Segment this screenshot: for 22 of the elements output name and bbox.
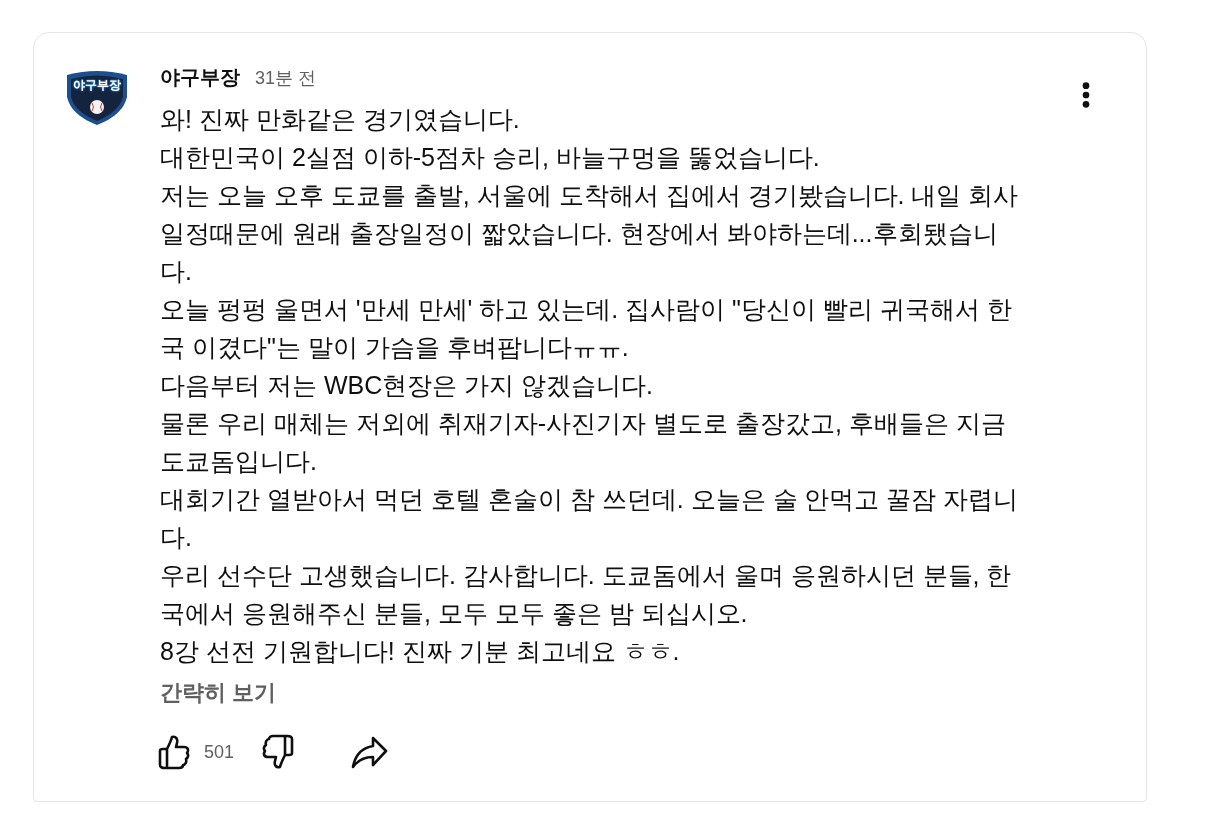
more-vertical-icon	[1082, 82, 1090, 108]
comment-text: 오늘 펑펑 울면서 '만세 만세' 하고 있는데. 집사람이 "당신이 빨리 귀국해서 한국 이겼다"는 말이 가슴을 후벼팝니다ㅠㅠ.	[160, 294, 1013, 363]
comment-text: 우리 선수단 고생했습니다. 감사합니다. 도쿄돔에서 울며 응원하시던 분들, 한국에서 응원해주신 분들, 모두 모두 좋은 밤 되십시오.	[160, 560, 1013, 629]
share-arrow-icon	[350, 735, 389, 769]
share-button[interactable]	[350, 735, 389, 769]
thumbs-down-icon	[261, 734, 296, 770]
comment-text: 대회기간 열받아서 먹던 호텔 혼술이 참 쓰던데. 오늘은 술 안먹고 꿀잠 자렵니다.	[160, 484, 1020, 553]
comment-text: 8강 선전 기원합니다! 진짜 기분 최고네요 ㅎㅎ.	[160, 636, 681, 667]
dislike-button[interactable]	[261, 734, 296, 770]
comment-text: 저는 오늘 오후 도쿄를 출발, 서울에 도착해서 집에서 경기봤습니다. 내일 회사 일정때문에 원래 출장일정이 짧았습니다. 현장에서 봐야하는데...후회됐습니다.	[160, 180, 1020, 287]
author-name[interactable]: 야구부장	[160, 65, 240, 89]
thumbs-up-icon	[157, 734, 191, 770]
like-button[interactable]	[157, 734, 191, 770]
like-count: 501	[204, 741, 235, 763]
more-actions-button[interactable]	[1082, 82, 1090, 108]
comment-text: 다음부터 저는 WBC현장은 가지 않겠습니다.	[160, 370, 655, 401]
comment-time[interactable]: 31분 전	[255, 66, 317, 90]
comment-text: 물론 우리 매체는 저외에 취재기자-사진기자 별도로 출장갔고, 후배들은 지금 도쿄돔입니다.	[160, 408, 1007, 477]
logo-text: 야구부장	[72, 77, 122, 93]
comment-text: 와! 진짜 만화같은 경기였습니다.	[160, 104, 521, 135]
show-less-button[interactable]: 간략히 보기	[160, 679, 277, 707]
comment-text: 대한민국이 2실점 이하-5점차 승리, 바늘구멍을 뚫었습니다.	[160, 142, 821, 173]
